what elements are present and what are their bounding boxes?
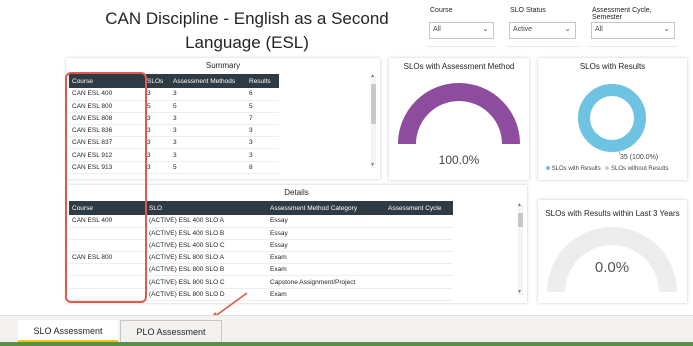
details-cell-assessment-method-category: Essay xyxy=(267,215,385,228)
results-donut-legend: SLOs with Results SLOs without Results xyxy=(546,166,668,172)
slo-status-dropdown[interactable]: Active ⌄ xyxy=(509,22,576,39)
details-cell-slo: (ACTIVE) ESL 400 SLO A xyxy=(146,215,267,228)
details-cell-assessment-cycle xyxy=(385,239,453,253)
recent-results-gauge: 0.0% xyxy=(547,227,677,293)
gauge-value-label: 0.0% xyxy=(595,259,629,276)
scroll-up-icon[interactable]: ▲ xyxy=(517,202,522,208)
chevron-down-icon: ⌄ xyxy=(564,24,571,33)
slo-status-slicer-label: SLO Status xyxy=(510,7,546,14)
details-cell-assessment-method-category: Exam xyxy=(267,251,385,265)
status-bar-accent xyxy=(0,342,693,346)
legend-label-with-results[interactable]: SLOs with Results xyxy=(552,166,601,172)
details-cell-assessment-cycle xyxy=(385,227,453,240)
summary-scrollbar[interactable]: ▲ ▼ xyxy=(370,73,376,168)
legend-dot-with-results xyxy=(546,166,550,171)
details-cell-slo: (ACTIVE) ESL 400 SLO C xyxy=(146,239,267,253)
summary-scroll-thumb[interactable] xyxy=(371,84,376,124)
recent-results-gauge-card: SLOs with Results within Last 3 Years 0.… xyxy=(538,200,687,303)
details-scrollbar[interactable]: ▲ ▼ xyxy=(517,202,523,295)
summary-cell-results: 5 xyxy=(246,100,279,113)
legend-label-without-results[interactable]: SLOs without Results xyxy=(611,166,668,172)
details-cell-assessment-method-category: Exam xyxy=(267,263,385,277)
summary-cell-assessment-methods: 3 xyxy=(170,136,246,150)
summary-cell-results: 6 xyxy=(246,88,279,101)
summary-cell-slos: 3 xyxy=(144,124,170,138)
summary-title: Summary xyxy=(205,61,241,70)
details-scroll-thumb[interactable] xyxy=(518,213,523,227)
chevron-down-icon: ⌄ xyxy=(663,24,670,33)
assessment-cycle-slicer-label: Assessment Cycle, Semester xyxy=(592,7,652,21)
details-cell-slo: (ACTIVE) ESL 400 SLO B xyxy=(146,227,267,240)
assessment-cycle-dropdown-value: All xyxy=(595,26,603,33)
summary-col-results[interactable]: Results xyxy=(246,74,279,88)
summary-col-slos[interactable]: SLOs xyxy=(144,74,170,88)
assessment-method-gauge-card: SLOs with Assessment Method 100.0% xyxy=(389,58,529,180)
assessment-cycle-slicer: Assessment Cycle, Semester All ⌄ xyxy=(588,5,678,47)
details-cell-assessment-method-category: Essay xyxy=(267,227,385,240)
slo-status-dropdown-value: Active xyxy=(513,26,533,33)
details-cell-slo: (ACTIVE) ESL 800 SLO C xyxy=(146,275,267,289)
report-page: CAN Discipline - English as a Second Lan… xyxy=(0,0,693,346)
details-cell-assessment-method-category: Essay xyxy=(267,239,385,253)
annotation-highlight-box xyxy=(65,72,147,303)
details-cell-assessment-cycle xyxy=(385,251,453,265)
summary-cell-assessment-methods: 3 xyxy=(170,88,246,101)
gauge-value-label: 100.0% xyxy=(439,153,480,167)
summary-cell-results: 3 xyxy=(246,124,279,138)
details-cell-slo: (ACTIVE) ESL 800 SLO B xyxy=(146,263,267,277)
scroll-down-icon[interactable]: ▼ xyxy=(517,289,522,295)
course-dropdown[interactable]: All ⌄ xyxy=(429,22,494,39)
results-donut-card: SLOs with Results 35 (100.0%) SLOs with … xyxy=(538,58,687,180)
assessment-cycle-dropdown[interactable]: All ⌄ xyxy=(591,22,675,39)
summary-cell-slos: 3 xyxy=(144,112,170,126)
details-cell-assessment-method-category: Exam xyxy=(267,288,385,301)
summary-cell-results: 3 xyxy=(246,148,279,162)
summary-cell-results: 3 xyxy=(246,136,279,150)
details-cell-assessment-cycle xyxy=(385,288,453,301)
details-cell-slo: (ACTIVE) ESL 800 SLO A xyxy=(146,251,267,265)
summary-cell-results: 7 xyxy=(246,112,279,126)
results-donut: 35 (100.0%) xyxy=(578,84,658,161)
summary-cell-assessment-methods: 3 xyxy=(170,124,246,138)
summary-col-assessment-methods[interactable]: Assessment Methods xyxy=(170,74,246,88)
summary-cell-assessment-methods: 3 xyxy=(170,112,246,126)
summary-cell-assessment-methods: 5 xyxy=(170,100,246,113)
gauge-value-arc xyxy=(398,83,520,145)
course-slicer-label: Course xyxy=(430,7,453,14)
summary-cell-slos: 3 xyxy=(144,88,170,101)
scroll-down-icon[interactable]: ▼ xyxy=(370,162,375,168)
details-cell-assessment-cycle xyxy=(385,275,453,289)
summary-cell-slos: 3 xyxy=(144,136,170,150)
donut-data-label: 35 (100.0%) xyxy=(620,154,658,161)
summary-cell-results: 8 xyxy=(246,161,279,174)
scroll-up-icon[interactable]: ▲ xyxy=(370,73,375,79)
legend-dot-without-results xyxy=(605,166,610,171)
tab-plo-assessment[interactable]: PLO Assessment xyxy=(120,320,222,343)
page-title: CAN Discipline - English as a Second Lan… xyxy=(105,9,389,52)
details-cell-assessment-method-category: Capstone Assignment/Project xyxy=(267,275,385,289)
assessment-method-gauge: 100.0% xyxy=(398,83,520,167)
course-dropdown-value: All xyxy=(433,26,441,33)
details-col-assessment-cycle[interactable]: Assessment Cycle xyxy=(385,201,453,215)
details-cell-assessment-cycle xyxy=(385,263,453,277)
details-col-slo[interactable]: SLO xyxy=(146,201,267,215)
course-slicer: Course All ⌄ xyxy=(426,5,497,47)
summary-cell-slos: 5 xyxy=(144,100,170,113)
assessment-method-gauge-title: SLOs with Assessment Method xyxy=(403,62,515,71)
tab-slo-assessment[interactable]: SLO Assessment xyxy=(18,320,118,343)
recent-results-gauge-title: SLOs with Results within Last 3 Years xyxy=(545,209,680,218)
summary-cell-slos: 3 xyxy=(144,148,170,162)
donut-with-results-slice xyxy=(578,84,646,152)
summary-cell-slos: 3 xyxy=(144,161,170,174)
details-col-assessment-method-category[interactable]: Assessment Method Category xyxy=(267,201,385,215)
summary-cell-assessment-methods: 5 xyxy=(170,161,246,174)
slo-status-slicer: SLO Status Active ⌄ xyxy=(506,5,579,47)
details-cell-assessment-cycle xyxy=(385,215,453,228)
summary-cell-assessment-methods: 3 xyxy=(170,148,246,162)
chevron-down-icon: ⌄ xyxy=(482,24,489,33)
